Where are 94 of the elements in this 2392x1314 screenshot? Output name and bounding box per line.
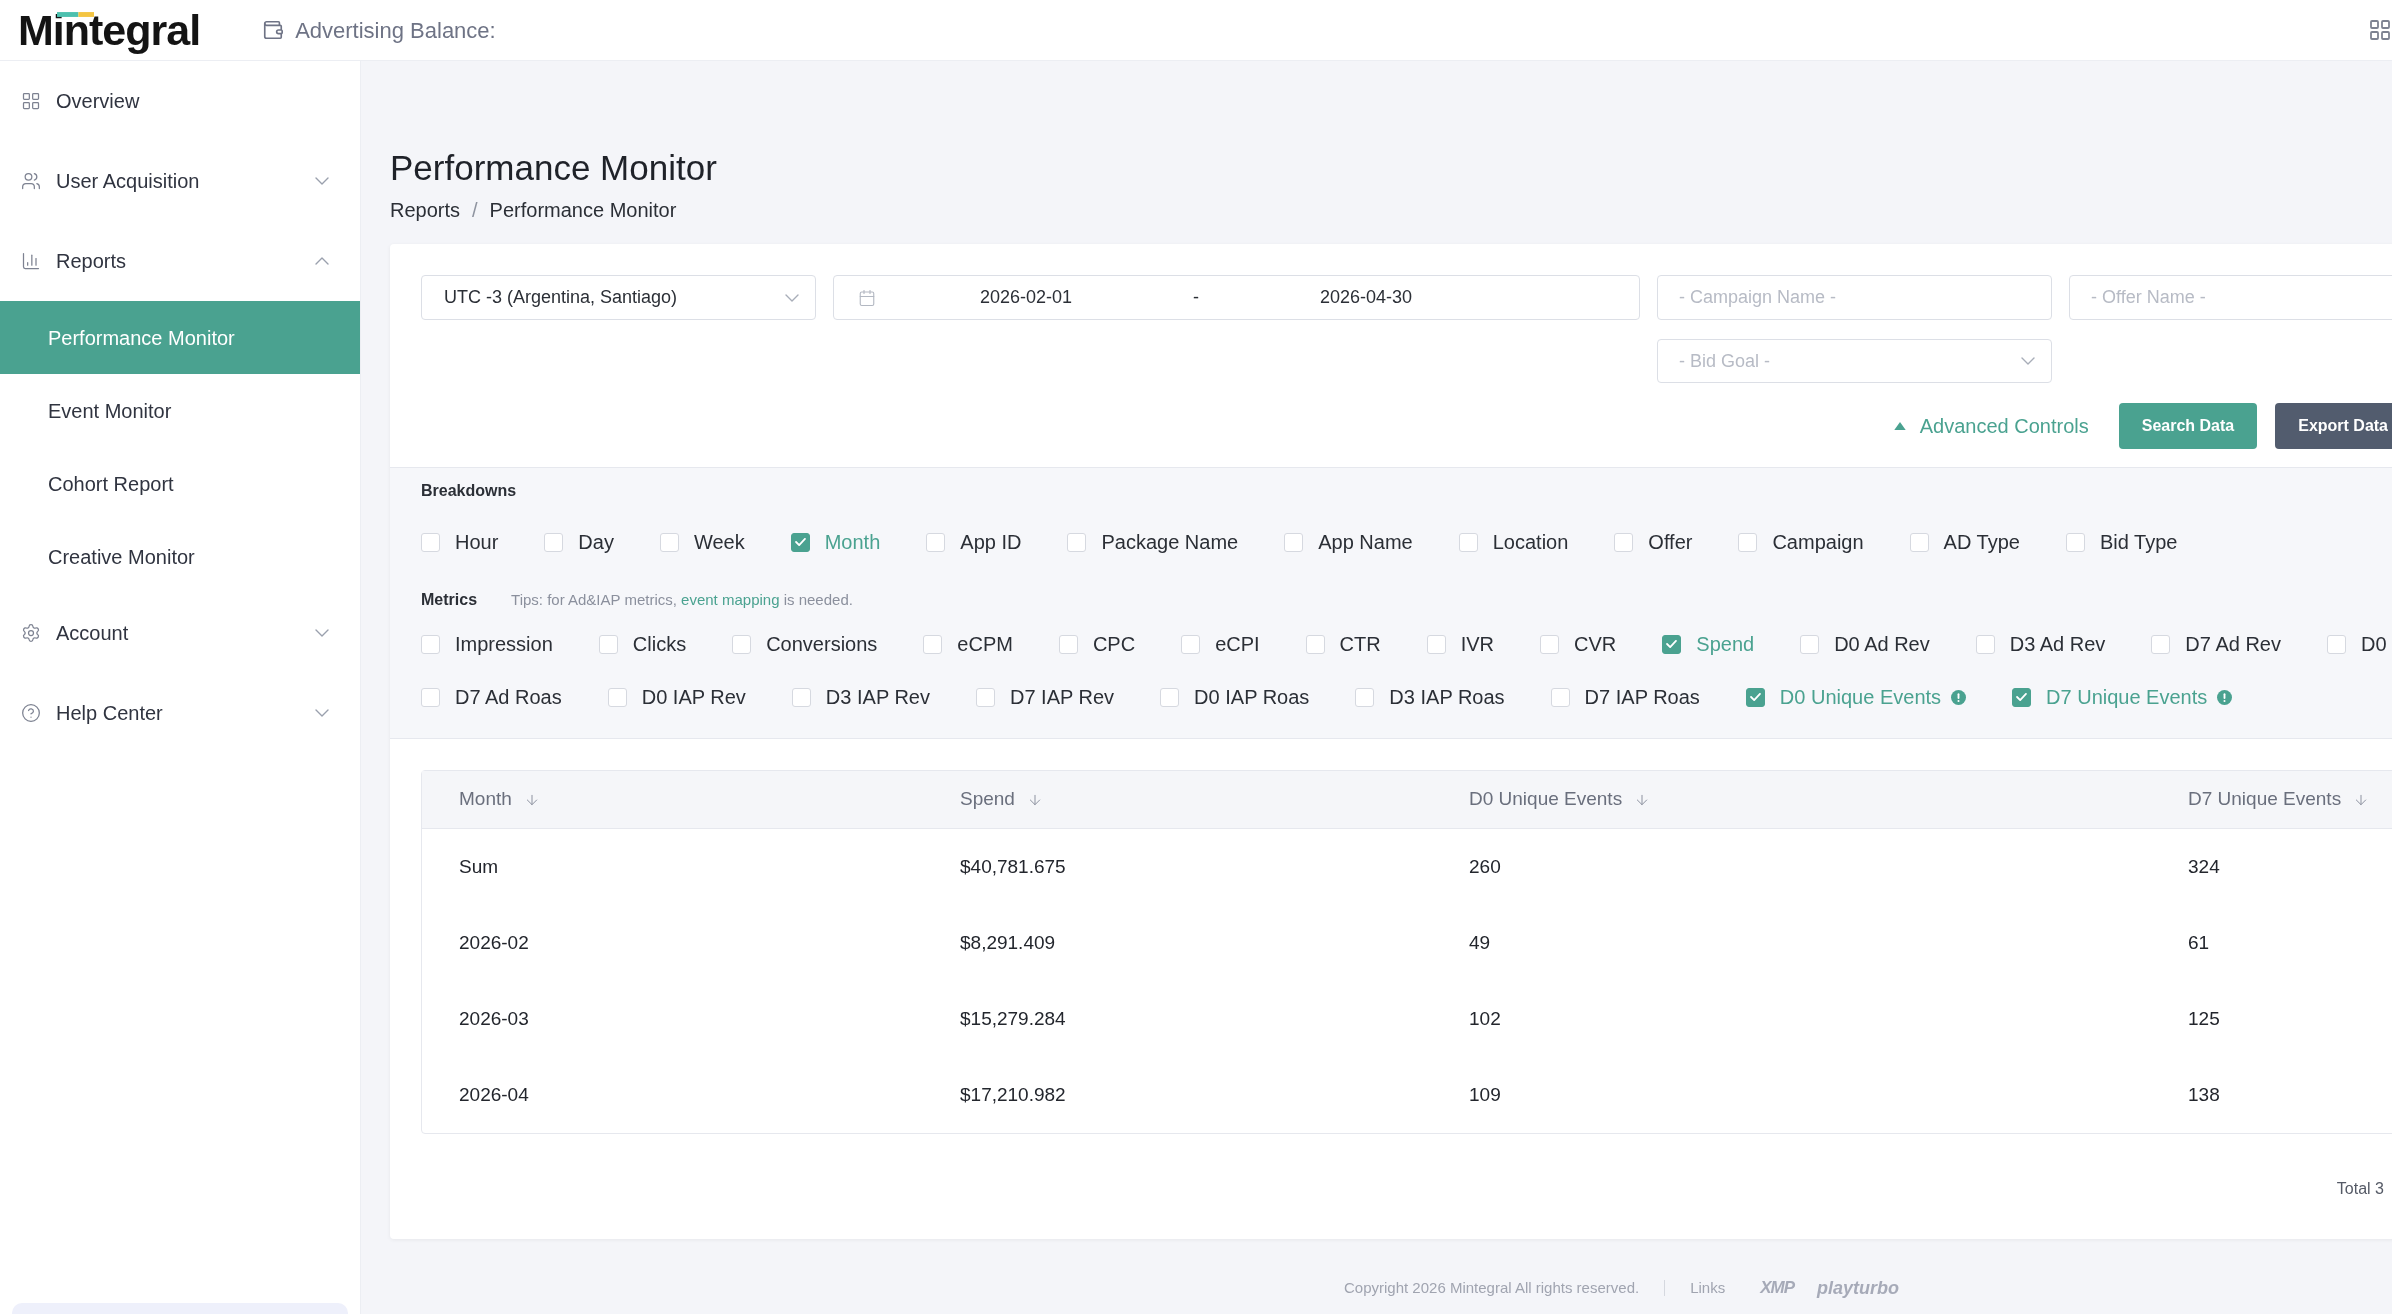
checkbox-label[interactable]: CVR <box>1574 632 1617 656</box>
breadcrumb-separator: / <box>472 198 478 223</box>
check-icon <box>1749 693 1761 701</box>
checkbox-label[interactable]: Bid Type <box>2099 530 2178 554</box>
page-title: Performance Monitor <box>390 148 717 188</box>
offer-name-field[interactable]: - Offer Name - <box>2069 275 2392 320</box>
checkbox-label[interactable]: AD Type <box>1943 530 2020 554</box>
checkbox-label[interactable]: CTR <box>1339 632 1381 656</box>
checkbox-label[interactable]: D0 IAP Rev <box>641 685 746 709</box>
checkbox-label[interactable]: Conversions <box>766 632 878 656</box>
checkbox-label[interactable]: D7 Ad Roas <box>455 685 562 709</box>
breadcrumb-link[interactable]: Reports <box>390 195 461 225</box>
users-icon <box>21 171 41 191</box>
table-cell-text: 260 <box>1469 854 1501 879</box>
table-cell-text: $15,279.284 <box>960 1006 1066 1031</box>
column-header[interactable]: D7 Unique Events <box>2188 785 2370 814</box>
checkbox-label[interactable]: D0 Ad Rev <box>1834 632 1930 656</box>
sidebar-subitem[interactable]: Event Monitor <box>0 374 360 447</box>
checkbox-label[interactable]: Location <box>1492 530 1569 554</box>
column-header[interactable]: D0 Unique Events <box>1469 785 1651 814</box>
check-icon <box>2016 693 2028 701</box>
sidebar-item[interactable]: Reports <box>0 221 360 301</box>
campaign-name-field[interactable]: - Campaign Name - <box>1657 275 2052 320</box>
table-cell-text: $17,210.982 <box>960 1082 1066 1107</box>
table-cell-text: 61 <box>2188 930 2210 955</box>
checkbox-label[interactable]: Day <box>578 530 614 554</box>
checkbox-label[interactable]: D3 IAP Rev <box>825 685 930 709</box>
checkbox-label[interactable]: D0 IAP Roas <box>1194 685 1310 709</box>
checkbox-label[interactable]: eCPI <box>1215 632 1260 656</box>
timezone-select[interactable]: UTC -3 (Argentina, Santiago) <box>421 275 816 320</box>
chevron-down-icon <box>785 293 799 302</box>
chevron-down-icon <box>2021 357 2035 365</box>
checkbox-label[interactable]: Campaign <box>1772 530 1864 554</box>
checkbox[interactable] <box>1745 687 1765 707</box>
checkbox-label[interactable]: D7 IAP Rev <box>1010 685 1115 709</box>
table-cell-text: 2026-04 <box>459 1082 529 1107</box>
checkbox-label[interactable]: IVR <box>1460 632 1495 656</box>
table-cell-text: 125 <box>2188 1006 2220 1031</box>
links-label: Links <box>1690 1277 1726 1298</box>
table-cell-text: 2026-03 <box>459 1006 529 1031</box>
sidebar-item[interactable]: User Acquisition <box>0 141 360 221</box>
checkbox-label[interactable]: eCPM <box>957 632 1013 656</box>
checkbox-label[interactable]: Impression <box>455 632 553 656</box>
checkbox-label[interactable]: Offer <box>1648 530 1693 554</box>
check-icon <box>1666 640 1678 648</box>
checkbox-label[interactable]: App Name <box>1318 530 1413 554</box>
total-count: Total 3 <box>2336 1179 2384 1197</box>
date-range-field[interactable]: 2026-02-01 - 2026-04-30 <box>833 275 1640 320</box>
table-cell-text: 138 <box>2188 1082 2220 1107</box>
table-cell-text: 109 <box>1469 1082 1501 1107</box>
table-cell-text: 102 <box>1469 1006 1501 1031</box>
table-cell-text: $8,291.409 <box>960 930 1056 955</box>
metrics-tip: Tips: for Ad&IAP metrics, event mapping is needed. <box>511 589 853 610</box>
copyright-text: Copyright 2026 Mintegral All rights reserved. <box>1344 1277 1640 1298</box>
wallet-icon <box>262 19 285 41</box>
checkbox-label[interactable]: Week <box>693 530 745 554</box>
column-header[interactable]: Spend <box>960 785 1043 814</box>
check-icon <box>794 538 806 546</box>
grid-icon[interactable] <box>2368 18 2392 42</box>
table-cell-text: $40,781.675 <box>960 854 1066 879</box>
section-label: Breakdowns <box>421 481 517 501</box>
sidebar-subitem[interactable]: Creative Monitor <box>0 520 360 593</box>
checkbox[interactable] <box>790 532 810 552</box>
calendar-icon <box>858 288 876 307</box>
table-cell-text: Sum <box>459 854 499 879</box>
checkbox-label[interactable]: Clicks <box>632 632 687 656</box>
checkbox-label[interactable]: D3 Ad Rev <box>2009 632 2106 656</box>
checkbox-label[interactable]: App ID <box>960 530 1022 554</box>
table-cell-text: 2026-02 <box>459 930 529 955</box>
checkbox-label[interactable]: D0 <box>2360 632 2387 656</box>
table-cell-text: 324 <box>2188 854 2220 879</box>
gear-icon <box>21 623 41 643</box>
export-button[interactable]: Export Data <box>2275 403 2392 449</box>
checkbox[interactable] <box>1662 634 1682 654</box>
checkbox[interactable] <box>2012 687 2032 707</box>
sidebar-subitem[interactable]: Cohort Report <box>0 447 360 520</box>
grid-icon <box>21 91 41 111</box>
bar-chart-icon <box>21 251 41 271</box>
help-icon <box>21 703 41 723</box>
sidebar-item[interactable]: Help Center <box>0 673 360 753</box>
checkbox-label[interactable]: Package Name <box>1101 530 1239 554</box>
checkbox-label[interactable]: D7 IAP Roas <box>1584 685 1700 709</box>
checkbox-label[interactable]: CPC <box>1092 632 1136 656</box>
checkbox-label[interactable]: D7 Ad Rev <box>2185 632 2281 656</box>
checkbox-label[interactable]: Hour <box>455 530 499 554</box>
column-header[interactable]: Month <box>459 785 540 814</box>
checkbox-label[interactable]: D3 IAP Roas <box>1389 685 1505 709</box>
app-logo: Mintegral <box>18 5 201 55</box>
balance-label: Advertising Balance: <box>295 16 496 45</box>
section-label: Metrics <box>421 590 478 610</box>
table-cell-text: 49 <box>1469 930 1491 955</box>
sidebar-item[interactable]: Account <box>0 593 360 673</box>
sidebar-item[interactable]: Overview <box>0 61 360 141</box>
breadcrumb-current: Performance Monitor <box>489 198 677 223</box>
